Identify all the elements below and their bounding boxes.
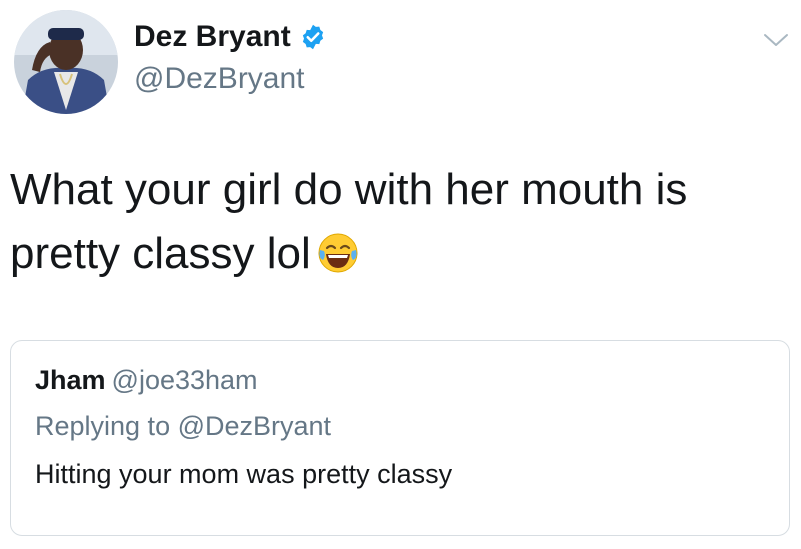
avatar[interactable]: [14, 10, 118, 114]
author-name[interactable]: Dez Bryant: [134, 20, 327, 54]
author-handle[interactable]: @DezBryant: [134, 62, 305, 96]
face-with-tears-of-joy-icon: [317, 228, 359, 273]
chevron-down-icon[interactable]: [762, 30, 790, 50]
quoted-tweet-card[interactable]: Jham @joe33ham Replying to @DezBryant Hit…: [10, 340, 790, 536]
tweet-text: What your girl do with her mouth is pret…: [10, 158, 770, 286]
quoted-tweet-text: Hitting your mom was pretty classy: [35, 459, 453, 489]
quoted-author-handle: @joe33ham: [111, 365, 258, 395]
profile-photo-icon: [14, 10, 118, 114]
author-display-name[interactable]: Dez Bryant: [134, 20, 291, 54]
quoted-tweet-header: Jham @joe33ham: [35, 365, 258, 396]
quoted-reply-context: Replying to @DezBryant: [35, 411, 332, 441]
quoted-author-name: Jham: [35, 365, 106, 395]
verified-badge-icon: [299, 23, 327, 51]
